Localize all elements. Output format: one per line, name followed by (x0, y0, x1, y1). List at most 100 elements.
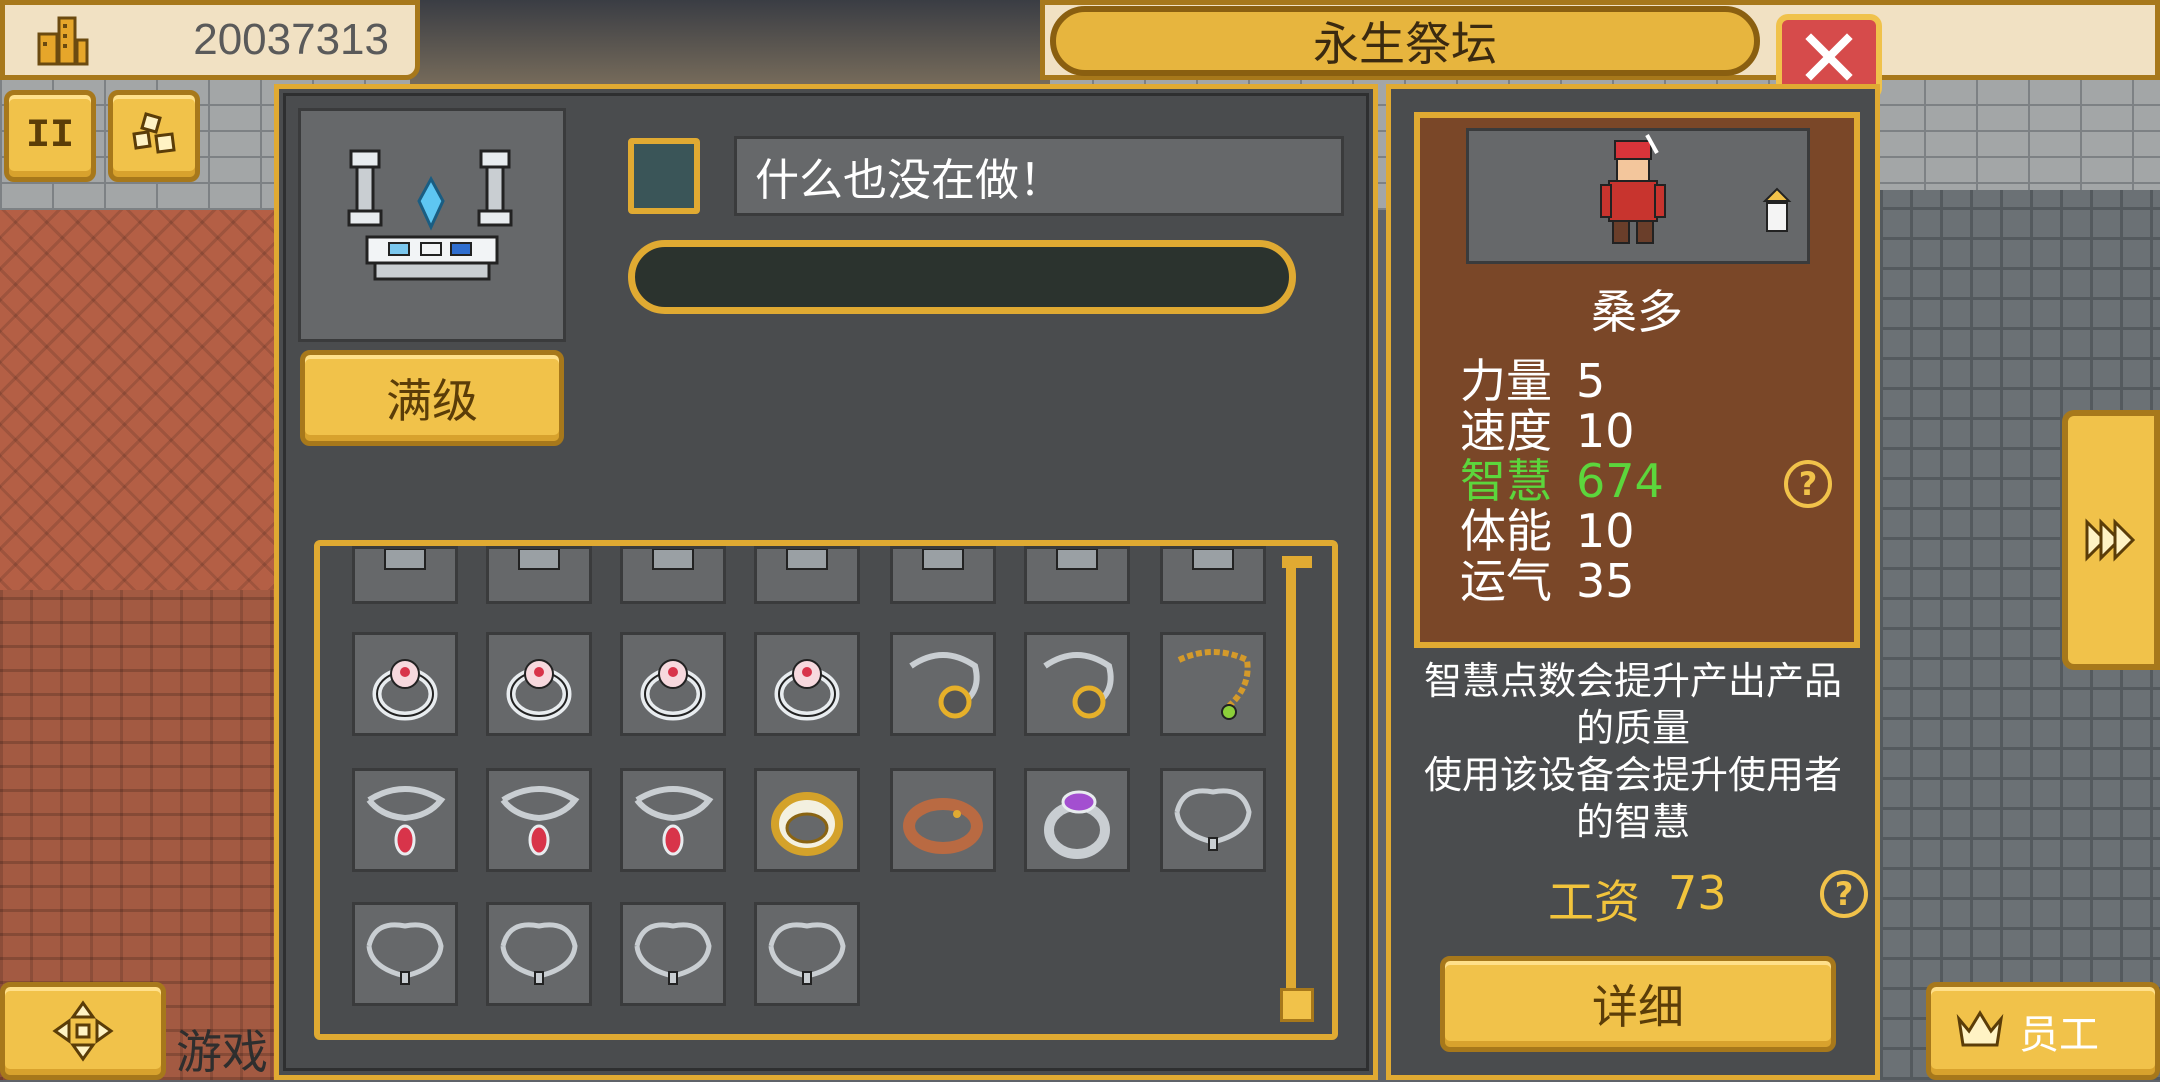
altar-icon (347, 149, 513, 281)
staff-button[interactable]: 员工 (1926, 982, 2160, 1080)
inventory-slot[interactable] (486, 768, 592, 872)
silver-necklace-gold-icon (1043, 652, 1114, 719)
inventory-slot[interactable] (620, 546, 726, 604)
inventory-slot[interactable] (890, 632, 996, 736)
stat-value: 10 (1576, 404, 1635, 458)
inventory-slot[interactable] (1024, 768, 1130, 872)
move-button[interactable] (0, 982, 166, 1080)
gems-icon (132, 112, 176, 154)
inventory-slot[interactable] (754, 632, 860, 736)
diamond-ring-icon (372, 659, 438, 721)
wage-display: 工资 73 (1548, 866, 1727, 932)
inventory-slot[interactable] (754, 902, 860, 1006)
amethyst-ring-icon (1044, 790, 1110, 859)
staff-label: 员工 (2019, 1012, 2099, 1058)
stat-label: 力量 (1460, 354, 1552, 408)
desc-line: 使用该设备会提升使用者 (1423, 753, 1842, 797)
progress-bar (628, 240, 1296, 314)
move-arrows-icon (52, 1000, 114, 1062)
stat-label: 体能 (1460, 504, 1552, 558)
silver-chain-icon (500, 922, 578, 985)
ruby-necklace-icon (500, 786, 580, 856)
machine-preview (298, 108, 566, 342)
wage-value: 73 (1668, 866, 1727, 920)
desc-line: 的质量 (1575, 706, 1690, 750)
inventory-slot[interactable] (1160, 546, 1266, 604)
inventory-slot[interactable] (352, 902, 458, 1006)
inventory-slot[interactable] (890, 546, 996, 604)
inventory-slot[interactable] (1024, 632, 1130, 736)
gold-necklace-green-icon (1177, 649, 1251, 720)
inventory-slot[interactable] (620, 768, 726, 872)
diamond-ring-icon (506, 659, 572, 721)
partial-item-icon (518, 549, 560, 570)
inventory-slot[interactable] (754, 768, 860, 872)
stat-help-button[interactable]: ? (1784, 460, 1832, 508)
window-title: 永生祭坛 (1050, 6, 1760, 76)
inventory-slot[interactable] (620, 632, 726, 736)
inventory-slot[interactable] (352, 546, 458, 604)
stat-label: 速度 (1460, 404, 1552, 458)
inventory-slot[interactable] (352, 632, 458, 736)
help-icon: ? (1798, 465, 1818, 503)
status-indicator (628, 138, 700, 214)
gold-ring-icon (771, 792, 843, 856)
close-icon (1805, 33, 1853, 81)
silver-chain-icon (768, 922, 846, 985)
fast-forward-icon (2085, 518, 2136, 562)
money-bar: 20037313 (0, 0, 420, 80)
diamond-ring-icon (774, 659, 840, 721)
desc-line: 智慧点数会提升产出产品 (1423, 659, 1842, 703)
diamond-ring-icon (640, 659, 706, 721)
inventory-slot[interactable] (1024, 546, 1130, 604)
money-value: 20037313 (193, 15, 389, 64)
partial-item-icon (922, 549, 964, 570)
ruby-necklace-icon (634, 786, 714, 856)
stat-luck: 运气 35 (1460, 556, 1635, 606)
silver-necklace-gold-icon (909, 652, 980, 719)
partial-item-icon (1056, 549, 1098, 570)
stat-value: 10 (1576, 504, 1635, 558)
gems-button[interactable] (108, 90, 200, 182)
background-scene (410, 0, 1050, 90)
inventory-slot[interactable] (1160, 632, 1266, 736)
pause-icon: II (25, 113, 74, 159)
stat-value: 5 (1576, 354, 1606, 408)
stat-strength: 力量 5 (1460, 356, 1605, 406)
inventory-slot[interactable] (352, 768, 458, 872)
silver-chain-icon (366, 922, 444, 985)
partial-item-icon (786, 549, 828, 570)
crown-icon (1956, 1010, 2004, 1047)
inventory-slot[interactable] (1160, 768, 1266, 872)
worker-portrait (1466, 128, 1810, 264)
building-icon (33, 10, 93, 70)
max-level-button[interactable]: 满级 (300, 350, 564, 446)
scrollbar-thumb[interactable] (1280, 988, 1314, 1022)
inventory-slot[interactable] (486, 632, 592, 736)
desc-line: 的智慧 (1575, 800, 1690, 844)
wage-label: 工资 (1548, 875, 1640, 929)
worker-avatar-icon (1600, 134, 1792, 244)
detail-button[interactable]: 详细 (1440, 956, 1836, 1052)
inventory-slot[interactable] (754, 546, 860, 604)
help-icon: ? (1834, 875, 1854, 913)
next-page-button[interactable] (2062, 410, 2160, 670)
bottom-game-label: 游戏 (176, 1025, 268, 1079)
inventory-slot[interactable] (486, 902, 592, 1006)
inventory-slot[interactable] (620, 902, 726, 1006)
scrollbar-track[interactable] (1286, 562, 1296, 1016)
partial-item-icon (1192, 549, 1234, 570)
stat-label: 运气 (1460, 554, 1552, 608)
stat-label: 智慧 (1460, 454, 1552, 508)
stat-wisdom: 智慧 674 (1460, 456, 1664, 506)
pause-button[interactable]: II (4, 90, 96, 182)
wisdom-description: 智慧点数会提升产出产品 的质量 使用该设备会提升使用者 的智慧 (1400, 658, 1866, 846)
inventory-slot[interactable] (486, 546, 592, 604)
worker-name: 桑多 (1591, 285, 1683, 339)
wage-help-button[interactable]: ? (1820, 870, 1868, 918)
inventory-slot[interactable] (890, 768, 996, 872)
stat-speed: 速度 10 (1460, 406, 1635, 456)
silver-chain-icon (1174, 788, 1252, 851)
stat-value: 35 (1576, 554, 1635, 608)
silver-chain-icon (634, 922, 712, 985)
